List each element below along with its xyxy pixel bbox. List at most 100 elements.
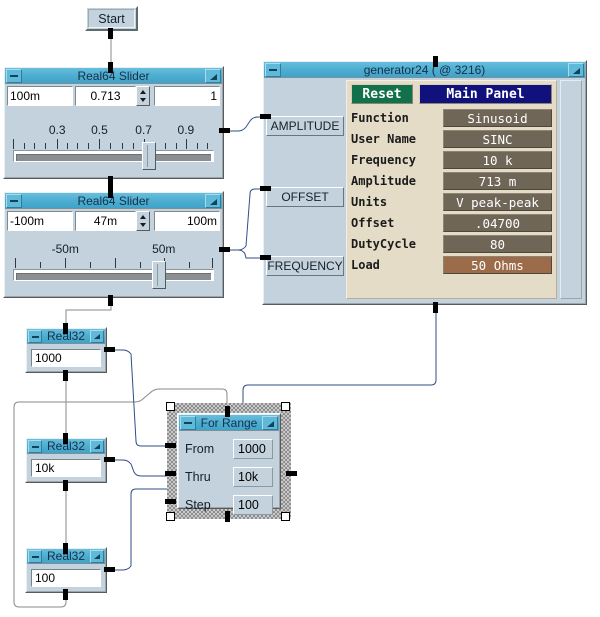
generator-frequency-pin[interactable] — [260, 255, 271, 260]
minimize-icon[interactable] — [6, 193, 22, 208]
for-range-bottom-pin[interactable] — [225, 511, 230, 522]
slider-2-track-bar — [16, 273, 211, 280]
reset-button[interactable]: Reset — [351, 84, 413, 104]
generator-key: DutyCycle — [351, 236, 417, 251]
generator-value-function[interactable]: Sinusoid — [443, 108, 552, 127]
real32-3-data-output-pin[interactable] — [104, 567, 115, 572]
slider-1-value-field[interactable]: 0.713 — [75, 86, 136, 106]
generator-terminal-frequency[interactable]: FREQUENCY — [266, 256, 344, 276]
generator-button-row: Reset Main Panel — [351, 84, 552, 104]
generator-top-pin[interactable] — [433, 56, 438, 67]
slider-2-thumb[interactable] — [152, 261, 167, 289]
slider-1-track[interactable] — [13, 142, 214, 170]
generator-bottom-pin[interactable] — [433, 302, 438, 313]
slider-2-titlebar[interactable]: Real64 Slider — [5, 193, 222, 209]
maximize-icon[interactable] — [568, 62, 584, 77]
for-range-step-pin[interactable] — [165, 499, 176, 504]
minimize-icon[interactable] — [28, 329, 42, 343]
real32-2-data-output-pin[interactable] — [104, 457, 115, 462]
slider-2-spinner[interactable] — [136, 211, 150, 231]
maximize-icon[interactable] — [205, 193, 221, 208]
for-range-output-pin[interactable] — [286, 471, 297, 476]
selection-handle-top-left[interactable] — [166, 402, 175, 411]
for-range-label-from: From — [185, 442, 215, 456]
wire-slider1-to-amplitude — [224, 116, 266, 132]
generator-value-load[interactable]: 50 Ohms — [443, 255, 552, 274]
real32-3-flow-output-pin[interactable] — [63, 589, 68, 600]
generator-value-user-name[interactable]: SINC — [443, 129, 552, 148]
real32-3-value[interactable]: 100 — [31, 569, 101, 587]
for-range-thru-pin[interactable] — [165, 471, 176, 476]
generator-value-frequency[interactable]: 10 k — [443, 150, 552, 169]
slider-1-flow-output-pin[interactable] — [108, 176, 113, 187]
wire-real32-2-to-thru — [109, 459, 167, 477]
slider-2-flow-output-pin[interactable] — [108, 295, 113, 306]
maximize-icon[interactable] — [205, 68, 221, 83]
selection-handle-bottom-left[interactable] — [166, 512, 175, 521]
real32-3-input-pin[interactable] — [63, 543, 68, 554]
main-panel-button[interactable]: Main Panel — [419, 84, 552, 104]
generator-terminal-amplitude[interactable]: AMPLITUDE — [266, 116, 344, 136]
slider-2-title: Real64 Slider — [77, 193, 150, 208]
real32-1-value[interactable]: 1000 — [31, 349, 101, 367]
generator-key: User Name — [351, 131, 417, 146]
real64-slider-1[interactable]: Real64 Slider 100m 0.713 1 0.3 0.5 0.7 0… — [3, 66, 224, 179]
for-range-value-thru[interactable]: 10k — [233, 467, 273, 487]
minimize-icon[interactable] — [28, 439, 42, 453]
real32-1-flow-output-pin[interactable] — [63, 370, 68, 381]
slider-2-value-row: -100m 47m 100m — [7, 211, 220, 231]
selection-handle-top-right[interactable] — [281, 402, 290, 411]
minimize-icon[interactable] — [6, 68, 22, 83]
slider-1-titlebar[interactable]: Real64 Slider — [5, 68, 222, 84]
start-output-pin[interactable] — [108, 28, 113, 39]
for-range-selection[interactable]: For Range From 1000 Thru 10k Step 100 — [167, 403, 291, 519]
slider-1-frame: Real64 Slider 100m 0.713 1 0.3 0.5 0.7 0… — [4, 67, 223, 178]
slider-1-thumb[interactable] — [142, 142, 157, 170]
for-range-value-step[interactable]: 100 — [233, 495, 273, 515]
real32-1-input-pin[interactable] — [63, 323, 68, 334]
minimize-icon[interactable] — [28, 549, 42, 563]
maximize-icon[interactable] — [90, 439, 104, 453]
slider-1-min-field[interactable]: 100m — [7, 86, 73, 106]
generator-value-units[interactable]: V peak-peak — [443, 192, 552, 211]
maximize-icon[interactable] — [90, 549, 104, 563]
maximize-icon[interactable] — [90, 329, 104, 343]
real64-slider-2[interactable]: Real64 Slider -100m 47m 100m -50m 50m — [3, 191, 224, 298]
slider-2-input-pin[interactable] — [108, 187, 113, 198]
slider-1-spinner[interactable] — [136, 86, 150, 106]
real32-1-data-output-pin[interactable] — [104, 347, 115, 352]
slider-2-min-field[interactable]: -100m — [7, 211, 73, 231]
real32-2-frame: Real32 10k — [26, 438, 106, 482]
for-range-top-pin[interactable] — [225, 406, 230, 417]
slider-1-scale: 0.3 0.5 0.7 0.9 — [13, 123, 214, 170]
for-range-titlebar[interactable]: For Range — [179, 415, 279, 431]
slider-1-data-output-pin[interactable] — [219, 128, 230, 133]
slider-1-input-pin[interactable] — [108, 62, 113, 73]
for-range-object[interactable]: For Range From 1000 Thru 10k Step 100 — [177, 413, 281, 515]
generator-offset-pin[interactable] — [260, 186, 271, 191]
slider-2-tick-labels: -50m 50m — [13, 242, 214, 258]
selection-handle-bottom-right[interactable] — [281, 512, 290, 521]
for-range-from-pin[interactable] — [165, 443, 176, 448]
slider-1-max-field[interactable]: 1 — [154, 86, 220, 106]
generator-amplitude-pin[interactable] — [260, 114, 271, 119]
generator-value-amplitude[interactable]: 713 m — [443, 171, 552, 190]
slider-2-track[interactable] — [13, 261, 214, 289]
generator-terminal-offset[interactable]: OFFSET — [266, 187, 344, 207]
real32-2-value[interactable]: 10k — [31, 459, 101, 477]
for-range-value-from[interactable]: 1000 — [233, 439, 273, 459]
slider-2-max-field[interactable]: 100m — [154, 211, 220, 231]
maximize-icon[interactable] — [262, 415, 278, 430]
minimize-icon[interactable] — [180, 415, 196, 430]
slider-2-data-output-pin[interactable] — [219, 247, 230, 252]
real32-2-flow-output-pin[interactable] — [63, 480, 68, 491]
slider-2-value-field[interactable]: 47m — [75, 211, 136, 231]
generator-value-dutycycle[interactable]: 80 — [443, 234, 552, 253]
generator-value-offset[interactable]: .04700 — [443, 213, 552, 232]
real32-2-input-pin[interactable] — [63, 433, 68, 444]
generator-titlebar[interactable]: generator24 ( @ 3216) — [264, 62, 585, 78]
generator-row: Amplitude 713 m — [351, 170, 552, 191]
minimize-icon[interactable] — [265, 62, 281, 77]
slider-1-tick-label: 0.7 — [135, 123, 152, 137]
generator-panel[interactable]: generator24 ( @ 3216) AMPLITUDE OFFSET F… — [262, 60, 587, 305]
